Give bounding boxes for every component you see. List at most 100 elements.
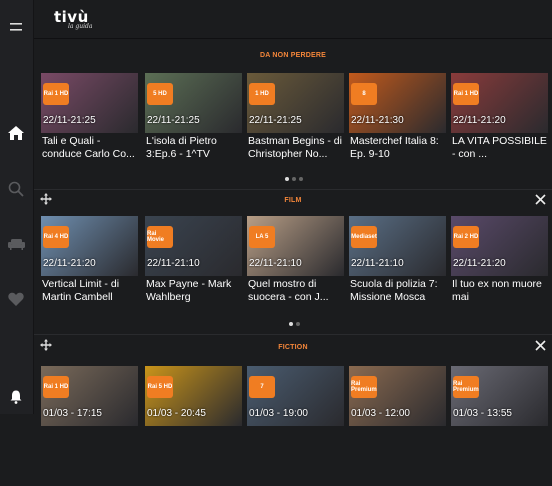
home-icon[interactable]: [6, 123, 26, 143]
section-title: DA NON PERDERE: [260, 52, 326, 59]
program-title: Il tuo ex non muore mai: [452, 278, 542, 303]
program-title: LA VITA POSSIBILE - con ...: [452, 135, 547, 160]
program-thumbnail: 5 HD 22/11-21:25: [145, 73, 242, 133]
channel-logo-badge: Rai Premium: [351, 376, 377, 398]
logo-subtitle: la guida: [68, 23, 93, 30]
channel-logo-badge: Rai 5 HD: [147, 376, 173, 398]
carousel-pagination[interactable]: [289, 322, 300, 326]
channel-logo-badge: Rai 4 HD: [43, 226, 69, 248]
channel-logo-badge: Rai 1 HD: [453, 83, 479, 105]
channel-logo-badge: 5 HD: [147, 83, 173, 105]
section-title: FILM: [284, 197, 302, 204]
carousel-film: Rai 4 HD 22/11-21:20 Vertical Limit - di M…: [41, 216, 552, 336]
program-card[interactable]: Rai 1 HD 22/11-21:20 LA VITA POSSIBILE - c…: [451, 73, 548, 161]
channel-logo-label: Rai Premium: [453, 381, 479, 393]
program-thumbnail: Rai Premium 01/03 - 13:55: [451, 366, 548, 426]
channel-logo-badge: 1 HD: [249, 83, 275, 105]
channel-logo-label: Rai Movie: [147, 231, 165, 243]
channel-logo-label: Rai 1 HD: [453, 91, 479, 97]
program-card[interactable]: Rai Movie 22/11-21:10 Max Payne - Mark Wah…: [145, 216, 242, 304]
pagination-dot[interactable]: [292, 177, 296, 181]
air-time: 22/11-21:25: [43, 115, 96, 126]
program-card[interactable]: Rai 1 HD 22/11-21:25 Tali e Quali - conduc…: [41, 73, 138, 161]
program-title: L'isola di Pietro 3:Ep.6 - 1^TV: [146, 135, 217, 160]
logo: tivù la guida: [54, 10, 92, 30]
bell-icon[interactable]: [6, 387, 26, 407]
channel-logo-badge: Rai Movie: [147, 226, 173, 248]
air-time: 22/11-21:10: [351, 258, 404, 269]
channel-logo-badge: Rai Premium: [453, 376, 479, 398]
program-card[interactable]: 1 HD 22/11-21:25 Bastman Begins - di Chris…: [247, 73, 344, 161]
channel-logo-label: Rai 1 HD: [43, 91, 69, 97]
program-title: Masterchef Italia 8: Ep. 9-10: [350, 135, 439, 160]
program-title: Tali e Quali - conduce Carlo Co...: [42, 135, 135, 160]
divider: [34, 334, 552, 335]
program-card[interactable]: 7 01/03 - 19:00: [247, 366, 344, 426]
program-card[interactable]: Rai Premium 01/03 - 13:55: [451, 366, 548, 426]
search-icon[interactable]: [6, 179, 26, 199]
channel-logo-badge: 8: [351, 83, 377, 105]
divider: [34, 189, 552, 190]
logo-title: tivù: [54, 8, 89, 26]
channel-logo-badge: Mediaset: [351, 226, 377, 248]
program-thumbnail: 8 22/11-21:30: [349, 73, 446, 133]
program-thumbnail: 7 01/03 - 19:00: [247, 366, 344, 426]
channel-logo-label: 1 HD: [255, 91, 269, 97]
air-time: 22/11-21:20: [453, 258, 506, 269]
program-title: Vertical Limit - di Martin Cambell: [42, 278, 120, 303]
air-time: 22/11-21:10: [147, 258, 200, 269]
program-card[interactable]: LA 5 22/11-21:10 Quel mostro di suocera - …: [247, 216, 344, 304]
channel-logo-badge: 7: [249, 376, 275, 398]
sofa-icon[interactable]: [6, 234, 26, 254]
program-thumbnail: Rai Premium 01/03 - 12:00: [349, 366, 446, 426]
program-title: Quel mostro di suocera - con J...: [248, 278, 329, 303]
channel-logo-label: 8: [362, 91, 366, 97]
air-time: 22/11-21:30: [351, 115, 404, 126]
air-time: 22/11-21:10: [249, 258, 302, 269]
program-card[interactable]: 5 HD 22/11-21:25 L'isola di Pietro 3:Ep.6 …: [145, 73, 242, 161]
air-time: 22/11-21:25: [147, 115, 200, 126]
channel-logo-label: 5 HD: [153, 91, 167, 97]
top-bar: [34, 0, 552, 39]
program-card[interactable]: Mediaset 22/11-21:10 Scuola di polizia 7: …: [349, 216, 446, 304]
channel-logo-label: Rai 4 HD: [43, 234, 69, 240]
channel-logo-badge: Rai 2 HD: [453, 226, 479, 248]
heart-icon[interactable]: [6, 289, 26, 309]
carousel-pagination[interactable]: [285, 177, 303, 181]
program-thumbnail: Mediaset 22/11-21:10: [349, 216, 446, 276]
pagination-dot[interactable]: [285, 177, 289, 181]
program-card[interactable]: 8 22/11-21:30 Masterchef Italia 8: Ep. 9-1…: [349, 73, 446, 161]
program-title: Bastman Begins - di Christopher No...: [248, 135, 342, 160]
program-card[interactable]: Rai 5 HD 01/03 - 20:45: [145, 366, 242, 426]
section-title: FICTION: [278, 344, 308, 351]
program-title: Max Payne - Mark Wahlberg: [146, 278, 232, 303]
pagination-dot[interactable]: [289, 322, 293, 326]
program-thumbnail: Rai 1 HD 22/11-21:25: [41, 73, 138, 133]
program-thumbnail: 1 HD 22/11-21:25: [247, 73, 344, 133]
program-thumbnail: Rai 1 HD 22/11-21:20: [451, 73, 548, 133]
program-thumbnail: Rai 5 HD 01/03 - 20:45: [145, 366, 242, 426]
channel-logo-badge: Rai 1 HD: [43, 376, 69, 398]
channel-logo-badge: LA 5: [249, 226, 275, 248]
channel-logo-label: LA 5: [255, 234, 269, 240]
air-time: 22/11-21:25: [249, 115, 302, 126]
program-thumbnail: Rai 4 HD 22/11-21:20: [41, 216, 138, 276]
program-thumbnail: LA 5 22/11-21:10: [247, 216, 344, 276]
program-card[interactable]: Rai Premium 01/03 - 12:00: [349, 366, 446, 426]
channel-logo-label: Rai 1 HD: [43, 384, 69, 390]
program-card[interactable]: Rai 4 HD 22/11-21:20 Vertical Limit - di M…: [41, 216, 138, 304]
pagination-dot[interactable]: [299, 177, 303, 181]
program-card[interactable]: Rai 2 HD 22/11-21:20 Il tuo ex non muore m…: [451, 216, 548, 304]
channel-logo-label: Mediaset: [351, 234, 377, 240]
sidebar: [0, 0, 34, 414]
program-card[interactable]: Rai 1 HD 01/03 - 17:15: [41, 366, 138, 426]
air-time: 22/11-21:20: [43, 258, 96, 269]
menu-icon[interactable]: [6, 17, 26, 37]
channel-logo-label: Rai 2 HD: [453, 234, 479, 240]
carousel-fiction: Rai 1 HD 01/03 - 17:15 Rai 5 HD 01/03 - 20:…: [41, 366, 552, 486]
pagination-dot[interactable]: [296, 322, 300, 326]
channel-logo-label: Rai 5 HD: [147, 384, 173, 390]
carousel-da-non-perdere: Rai 1 HD 22/11-21:25 Tali e Quali - conduc…: [41, 73, 552, 193]
program-thumbnail: Rai 1 HD 01/03 - 17:15: [41, 366, 138, 426]
program-title: Scuola di polizia 7: Missione Mosca: [350, 278, 438, 303]
